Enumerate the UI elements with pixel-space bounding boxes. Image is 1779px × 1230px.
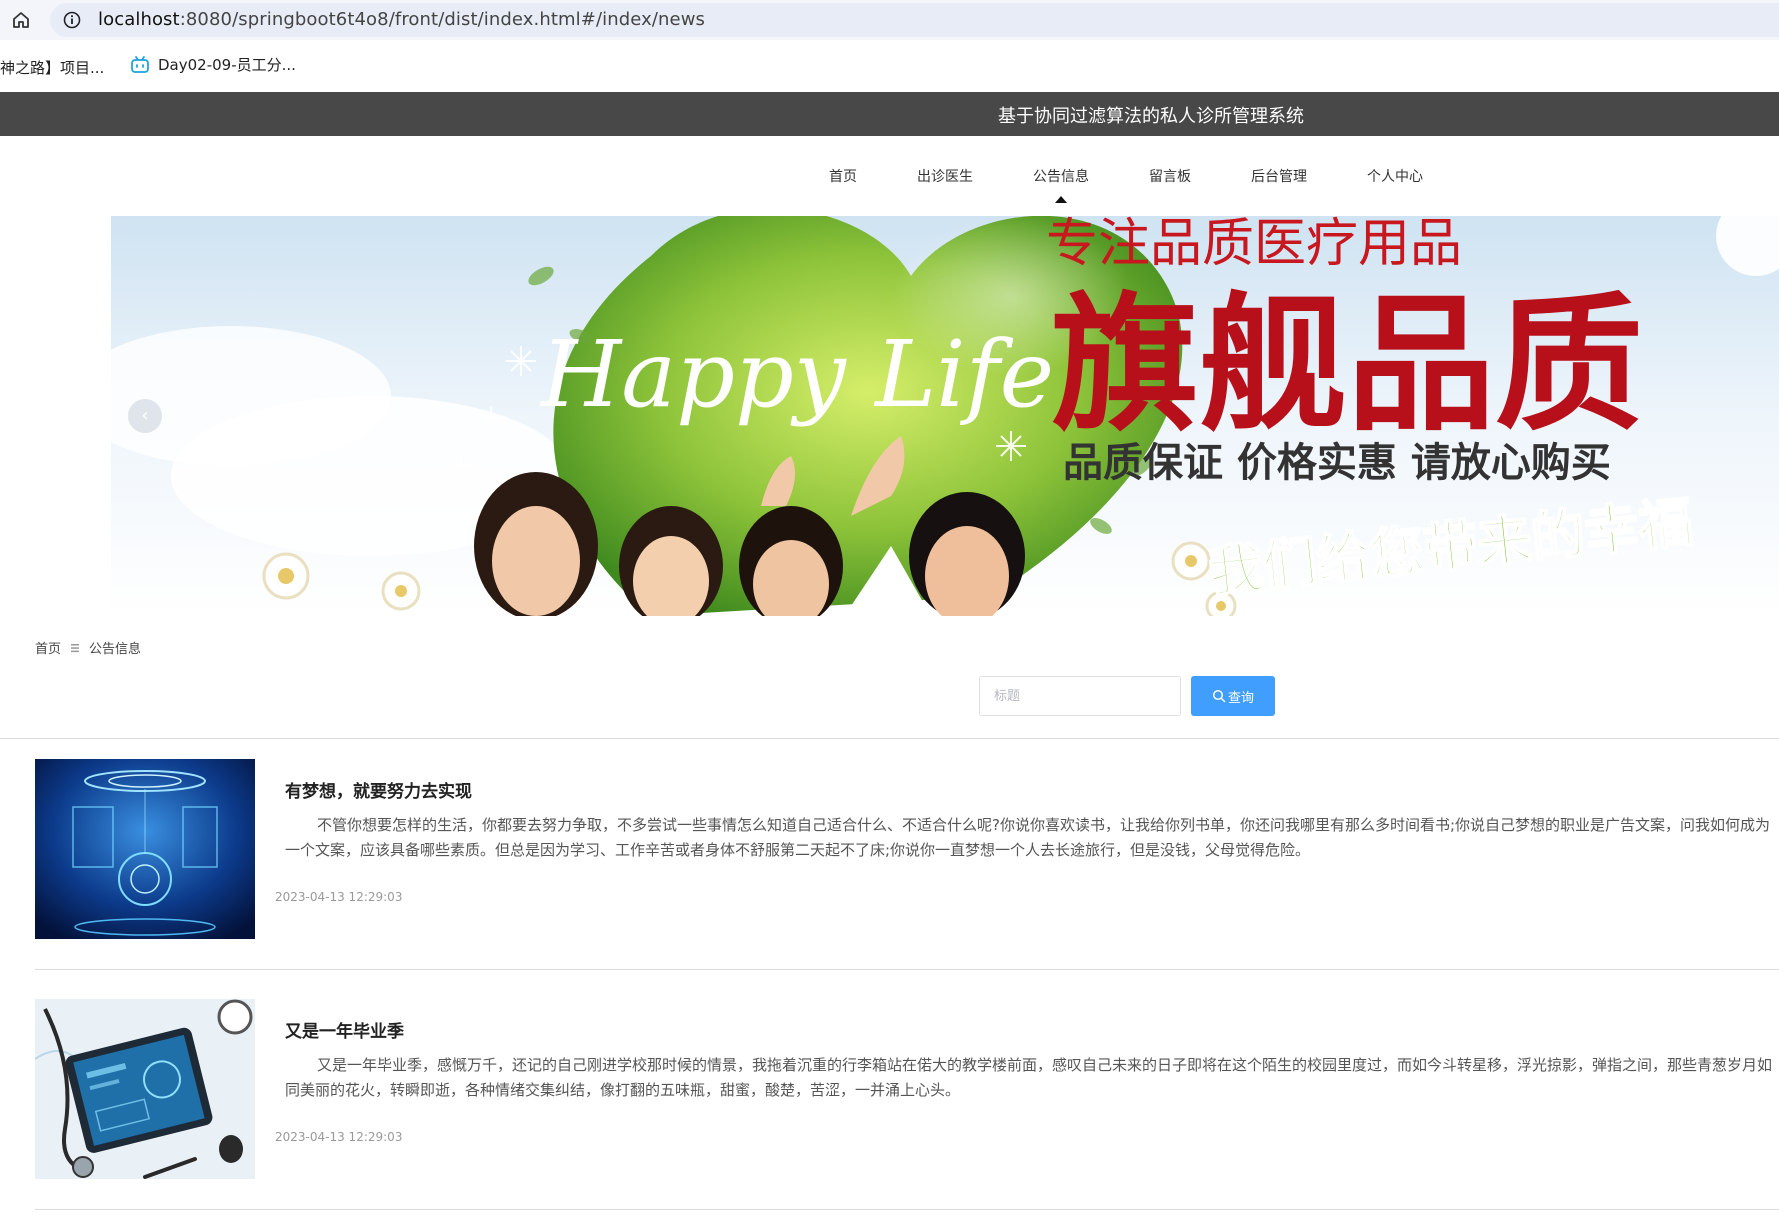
banner-carousel[interactable]: Happy Life 专注品质医疗用品 旗舰品质 品质保证 价格实惠 请放心购买… <box>111 216 1779 616</box>
tech-hologram-image <box>35 759 255 939</box>
home-icon[interactable] <box>10 9 32 31</box>
banner-top-line: 专注品质医疗用品 <box>1046 216 1462 274</box>
breadcrumb: 首页 公告信息 <box>35 638 141 657</box>
bookmarks-bar: 神之路】项目... Day02-09-员工分... <box>0 40 1779 92</box>
main-nav: 首页 出诊医生 公告信息 留言板 后台管理 个人中心 <box>0 136 1779 216</box>
banner-headline: 旗舰品质 <box>1051 279 1643 451</box>
news-list-item[interactable]: 又是一年毕业季 又是一年毕业季，感慨万千，还记的自己刚进学校那时候的情景，我拖着… <box>35 979 1779 1219</box>
bookmark-label: Day02-09-员工分... <box>158 56 296 74</box>
news-summary: 不管你想要怎样的生活，你都要去努力争取，不多尝试一些事情怎么知道自己适合什么、不… <box>285 816 1771 859</box>
site-info-icon[interactable] <box>62 10 82 30</box>
news-date: 2023-04-13 12:29:03 <box>275 890 403 904</box>
news-date: 2023-04-13 12:29:03 <box>275 1130 403 1144</box>
news-title[interactable]: 又是一年毕业季 <box>285 1017 404 1042</box>
menu-lines-icon <box>71 643 80 652</box>
nav-item-profile[interactable]: 个人中心 <box>1367 166 1423 186</box>
nav-item-news[interactable]: 公告信息 <box>1033 166 1089 186</box>
browser-address-bar: localhost:8080/springboot6t4o8/front/dis… <box>0 0 1779 40</box>
url-text[interactable]: localhost:8080/springboot6t4o8/front/dis… <box>98 9 705 30</box>
url-path: :8080/springboot6t4o8/front/dist/index.h… <box>179 9 705 30</box>
search-button-label: 查询 <box>1227 689 1254 705</box>
carousel-prev-button[interactable]: ‹ <box>128 399 162 433</box>
site-title: 基于协同过滤算法的私人诊所管理系统 <box>998 106 1304 127</box>
nav-item-messages[interactable]: 留言板 <box>1149 166 1191 186</box>
bilibili-tv-icon <box>131 55 149 73</box>
news-thumbnail[interactable] <box>35 999 255 1179</box>
search-icon <box>1212 689 1226 703</box>
news-thumbnail[interactable] <box>35 759 255 939</box>
search-title-input[interactable] <box>979 676 1181 716</box>
breadcrumb-home[interactable]: 首页 <box>35 638 61 657</box>
news-summary: 又是一年毕业季，感慨万千，还记的自己刚进学校那时候的情景，我拖着沉重的行李箱站在… <box>285 1056 1773 1099</box>
nav-item-home[interactable]: 首页 <box>829 166 857 186</box>
site-header: 基于协同过滤算法的私人诊所管理系统 <box>0 92 1779 136</box>
bookmark-item[interactable]: 神之路】项目... <box>0 57 104 78</box>
breadcrumb-current: 公告信息 <box>89 642 142 657</box>
news-title[interactable]: 有梦想，就要努力去实现 <box>285 777 472 802</box>
active-nav-caret <box>1055 196 1067 203</box>
nav-item-admin[interactable]: 后台管理 <box>1251 166 1307 186</box>
banner-image: Happy Life 专注品质医疗用品 旗舰品质 品质保证 价格实惠 请放心购买… <box>111 216 1779 616</box>
url-host: localhost <box>98 9 180 30</box>
banner-script-text: Happy Life <box>539 321 1054 428</box>
medical-tablet-image <box>35 999 255 1179</box>
divider <box>35 1209 1779 1210</box>
news-list-item[interactable]: 有梦想，就要努力去实现 不管你想要怎样的生活，你都要去努力争取，不多尝试一些事情… <box>35 739 1779 979</box>
bookmark-item[interactable]: Day02-09-员工分... <box>130 54 296 75</box>
divider <box>35 969 1779 970</box>
nav-item-doctors[interactable]: 出诊医生 <box>917 166 973 186</box>
search-button[interactable]: 查询 <box>1191 676 1275 716</box>
banner-subline: 品质保证 价格实惠 请放心购买 <box>1063 440 1611 486</box>
